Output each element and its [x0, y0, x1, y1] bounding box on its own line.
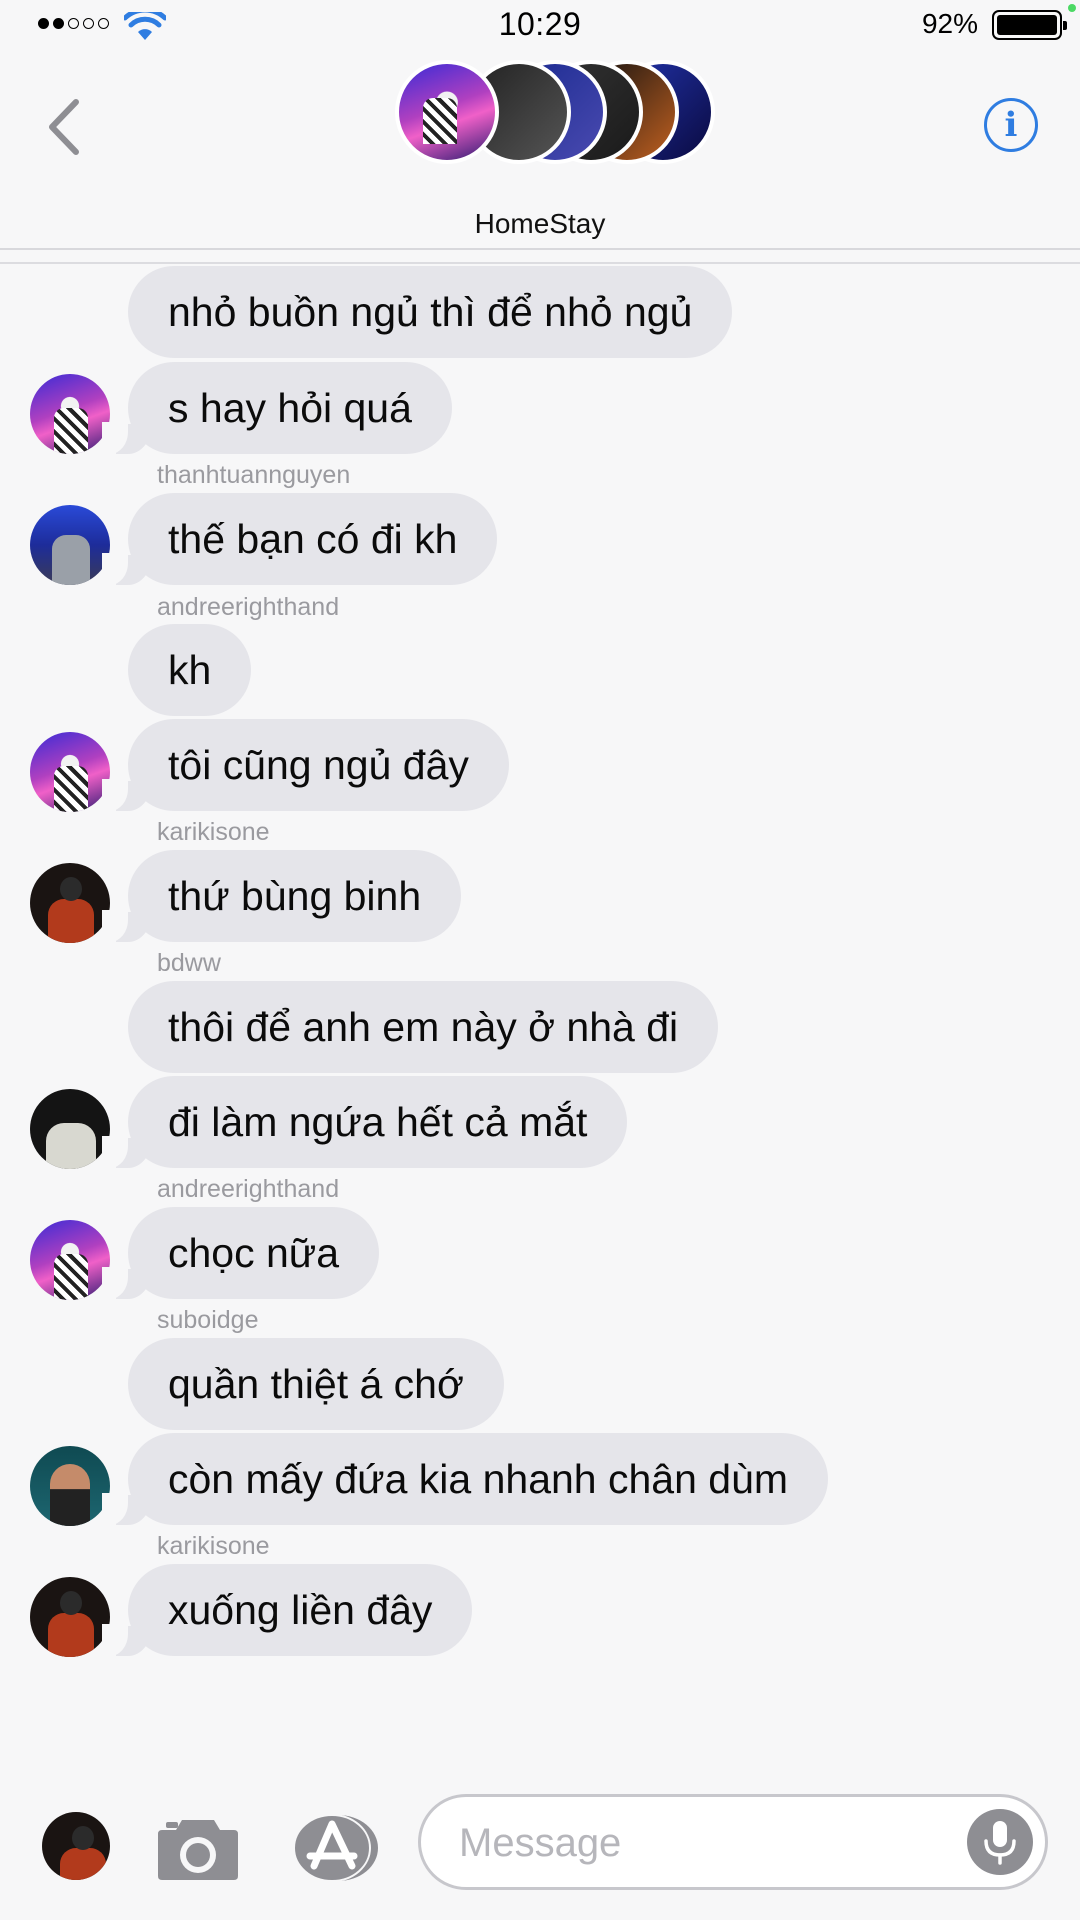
message-bubble[interactable]: nhỏ buồn ngủ thì để nhỏ ngủ — [128, 266, 733, 358]
profile-avatar[interactable] — [42, 1812, 110, 1880]
avatar[interactable] — [30, 863, 110, 943]
microphone-button[interactable] — [967, 1809, 1033, 1875]
group-avatars[interactable] — [395, 60, 715, 166]
sender-name: karikisone — [157, 1532, 270, 1560]
message-input-field[interactable] — [418, 1794, 1048, 1890]
message-bubble[interactable]: đi làm ngứa hết cả mắt — [101, 1076, 628, 1168]
avatar[interactable] — [30, 374, 110, 454]
battery-icon — [992, 10, 1067, 40]
message-bubble[interactable]: quần thiệt á chớ — [128, 1338, 504, 1430]
sender-name: andreerighthand — [157, 593, 340, 621]
message-bubble[interactable]: xuống liền đây — [101, 1564, 473, 1656]
divider — [0, 262, 1080, 264]
sender-name: karikisone — [157, 818, 270, 846]
battery-percentage: 92% — [921, 8, 978, 39]
message-bubble[interactable]: chọc nữa — [101, 1207, 380, 1299]
message-bubble[interactable]: kh — [128, 624, 252, 716]
microphone-icon — [984, 1821, 1016, 1865]
group-name[interactable]: HomeStay — [0, 208, 1080, 240]
message-bubble[interactable]: thế bạn có đi kh — [101, 493, 498, 585]
message-bubble[interactable]: s hay hỏi quá — [102, 362, 452, 454]
message-bubble[interactable]: thôi để anh em này ở nhà đi — [128, 981, 719, 1073]
sender-name: bdww — [157, 949, 221, 977]
conversation-header: i HomeStay — [0, 50, 1080, 250]
camera-icon[interactable] — [156, 1814, 240, 1882]
avatar[interactable] — [30, 1089, 110, 1169]
sender-name: suboidge — [157, 1306, 259, 1334]
group-avatar — [395, 60, 499, 164]
avatar[interactable] — [30, 505, 110, 585]
avatar[interactable] — [30, 1446, 110, 1526]
message-bubble[interactable]: thứ bùng binh — [101, 850, 462, 942]
avatar[interactable] — [30, 1577, 110, 1657]
clock: 10:29 — [498, 6, 582, 42]
avatar[interactable] — [30, 1220, 110, 1300]
status-bar: 10:29 92% — [0, 0, 1080, 50]
message-input[interactable] — [457, 1811, 941, 1875]
back-chevron-icon[interactable] — [46, 98, 82, 156]
message-bubble[interactable]: còn mấy đứa kia nhanh chân dùm — [101, 1433, 829, 1525]
app-store-icon[interactable] — [292, 1814, 380, 1882]
sender-name: thanhtuannguyen — [157, 461, 351, 489]
active-indicator-dot — [1068, 4, 1076, 12]
avatar[interactable] — [30, 732, 110, 812]
info-icon[interactable]: i — [984, 98, 1038, 152]
message-bubble[interactable]: tôi cũng ngủ đây — [102, 719, 509, 811]
compose-bar — [0, 1780, 1080, 1920]
sender-name: andreerighthand — [157, 1175, 340, 1203]
